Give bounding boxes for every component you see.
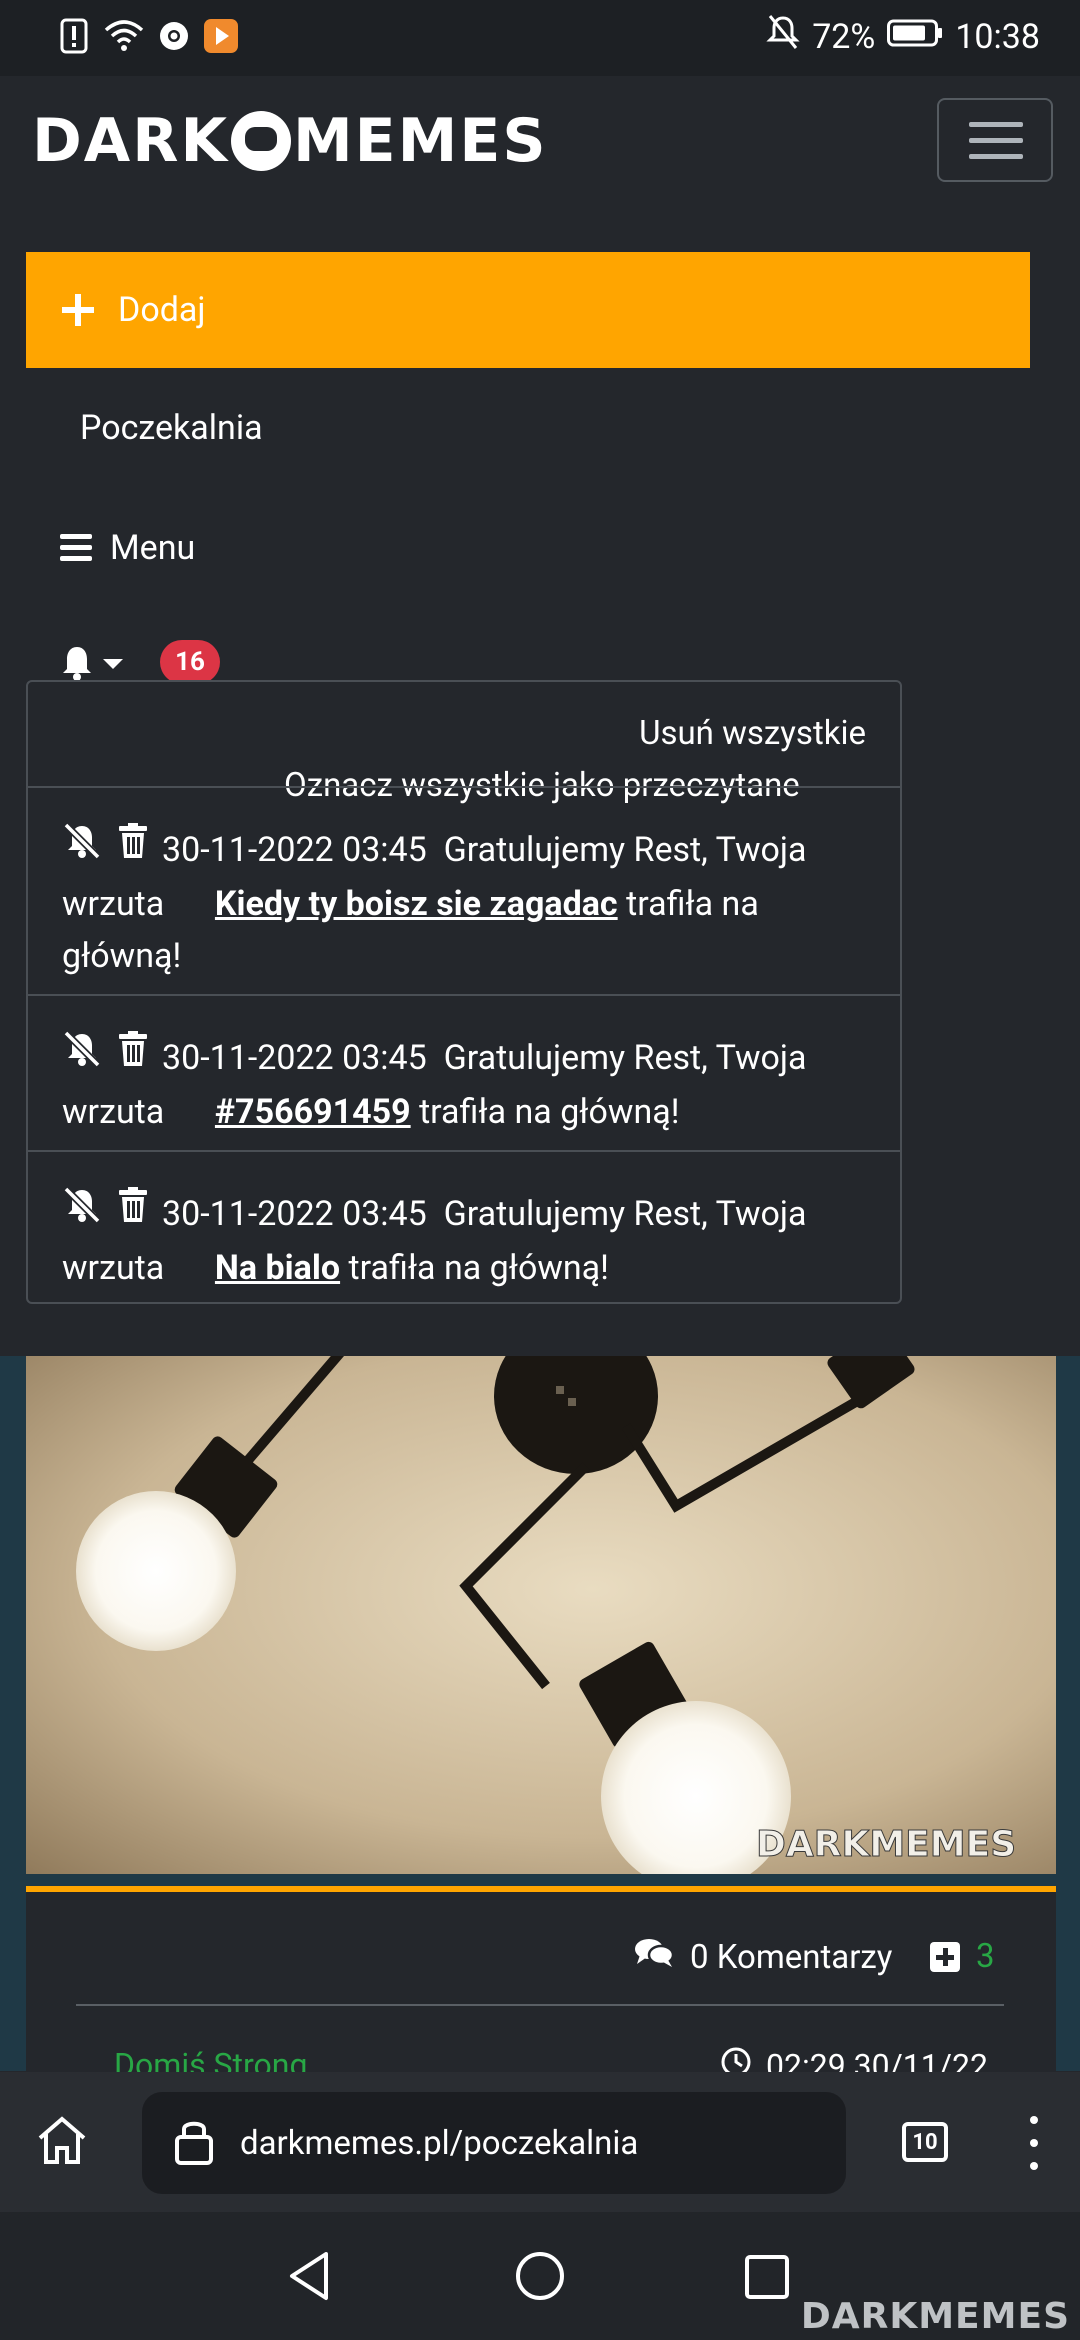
upvote-count: 3 <box>976 1937 995 1976</box>
more-vert-icon <box>1030 2116 1038 2124</box>
mute-bell-icon <box>766 14 800 59</box>
mute-notification-icon[interactable] <box>62 1030 102 1082</box>
plus-icon <box>60 292 96 328</box>
chrome-icon <box>158 20 190 56</box>
browser-menu-button[interactable] <box>1030 2116 1038 2170</box>
address-bar[interactable]: darkmemes.pl/poczekalnia <box>142 2092 846 2194</box>
screen-watermark: DARKMEMES <box>800 2296 1070 2337</box>
astronaut-logo-icon <box>230 111 291 171</box>
back-button[interactable] <box>286 2250 332 2306</box>
notification-item[interactable]: 30-11-2022 03:45 Gratulujemy Rest, Twoja… <box>28 1150 900 1302</box>
notification-item[interactable]: 30-11-2022 03:45 Gratulujemy Rest, Twoja… <box>28 786 900 994</box>
upvote-button[interactable]: 3 <box>930 1937 995 1976</box>
notification-item[interactable]: 30-11-2022 03:45 Gratulujemy Rest, Twoja… <box>28 994 900 1150</box>
comments-count-label: 0 Komentarzy <box>690 1938 893 1977</box>
clear-all-link[interactable]: Usuń wszystkie <box>639 714 866 753</box>
back-triangle-icon <box>286 2252 332 2306</box>
caret-down-icon <box>102 656 124 675</box>
hamburger-line <box>969 138 1023 143</box>
mute-notification-icon[interactable] <box>62 822 102 874</box>
tab-switcher-button[interactable]: 10 <box>902 2122 948 2162</box>
nav-item-poczekalnia[interactable]: Poczekalnia <box>80 408 263 448</box>
add-post-label: Dodaj <box>118 290 206 330</box>
notification-post-link[interactable]: Na bialo <box>215 1248 340 1288</box>
notifications-toggle[interactable] <box>60 645 124 685</box>
post-image-watermark: DARKMEMES <box>756 1824 1016 1865</box>
hamburger-line <box>969 122 1023 127</box>
notification-count-badge: 16 <box>160 640 220 684</box>
trash-icon[interactable] <box>118 1186 148 1238</box>
battery-icon <box>887 17 943 57</box>
comments-link[interactable]: 0 Komentarzy <box>634 1937 892 1978</box>
app-notification-icon <box>204 19 238 57</box>
bell-icon <box>60 645 94 685</box>
home-system-button[interactable] <box>514 2250 566 2306</box>
status-time: 10:38 <box>955 16 1040 57</box>
add-post-button[interactable]: Dodaj <box>26 252 1030 368</box>
home-circle-icon <box>514 2252 566 2306</box>
home-button[interactable] <box>36 2116 88 2170</box>
notification-post-link[interactable]: Kiedy ty boisz sie zagadac <box>215 884 618 924</box>
logo-text-dark: DARK <box>32 106 229 176</box>
notification-datetime: 30-11-2022 03:45 <box>162 830 427 870</box>
logo-text-memes: MEMES <box>292 106 548 176</box>
post-footer-divider <box>76 2004 1004 2006</box>
notification-datetime: 30-11-2022 03:45 <box>162 1194 427 1234</box>
post-footer <box>26 1892 1056 2072</box>
home-icon <box>36 2116 88 2170</box>
lock-icon[interactable] <box>174 2117 214 2169</box>
hamburger-line <box>969 154 1023 159</box>
recents-button[interactable] <box>744 2254 790 2304</box>
navbar-toggle-button[interactable] <box>937 98 1053 182</box>
nav-item-menu[interactable]: Menu <box>60 528 195 568</box>
menu-icon <box>60 534 92 562</box>
status-icons-right: 72% 10:38 <box>766 14 1040 59</box>
battery-percent: 72% <box>812 16 876 57</box>
comments-icon <box>634 1937 675 1978</box>
trash-icon[interactable] <box>118 822 148 874</box>
mute-notification-icon[interactable] <box>62 1186 102 1238</box>
alert-icon <box>60 18 90 58</box>
plus-square-icon <box>930 1941 960 1972</box>
menu-label: Menu <box>110 528 196 568</box>
notifications-dropdown: Usuń wszystkie Oznacz wszystkie jako prz… <box>26 680 902 1304</box>
notification-suffix: trafiła na główną! <box>419 1092 680 1133</box>
notification-datetime: 30-11-2022 03:45 <box>162 1038 427 1078</box>
post-image[interactable]: DARKMEMES <box>26 1356 1056 1874</box>
status-icons-left <box>60 18 238 58</box>
notification-post-link[interactable]: #756691459 <box>215 1092 411 1132</box>
notification-suffix: trafiła na główną! <box>348 1248 609 1289</box>
recents-square-icon <box>744 2255 790 2304</box>
url-text: darkmemes.pl/poczekalnia <box>240 2123 639 2163</box>
trash-icon[interactable] <box>118 1030 148 1082</box>
wifi-icon <box>104 20 144 56</box>
site-logo[interactable]: DARK MEMES <box>32 106 548 176</box>
